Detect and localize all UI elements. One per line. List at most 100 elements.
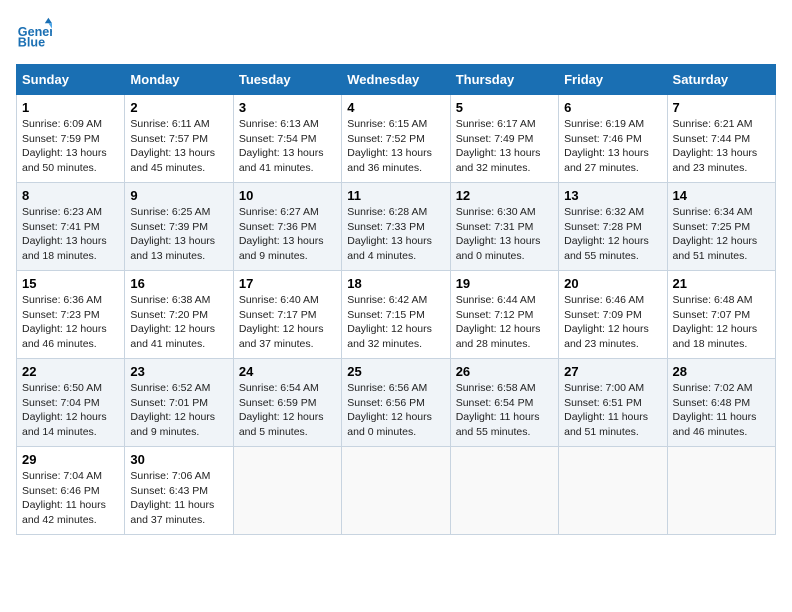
day-number: 22 xyxy=(22,364,119,379)
weekday-header: Tuesday xyxy=(233,65,341,95)
day-number: 21 xyxy=(673,276,770,291)
calendar-cell: 18 Sunrise: 6:42 AMSunset: 7:15 PMDaylig… xyxy=(342,271,450,359)
day-number: 20 xyxy=(564,276,661,291)
cell-info: Sunrise: 6:28 AMSunset: 7:33 PMDaylight:… xyxy=(347,206,432,262)
cell-info: Sunrise: 6:30 AMSunset: 7:31 PMDaylight:… xyxy=(456,206,541,262)
day-number: 4 xyxy=(347,100,444,115)
calendar-cell: 25 Sunrise: 6:56 AMSunset: 6:56 PMDaylig… xyxy=(342,359,450,447)
day-number: 17 xyxy=(239,276,336,291)
cell-info: Sunrise: 6:38 AMSunset: 7:20 PMDaylight:… xyxy=(130,294,215,350)
cell-info: Sunrise: 7:02 AMSunset: 6:48 PMDaylight:… xyxy=(673,382,757,438)
day-number: 19 xyxy=(456,276,553,291)
day-number: 24 xyxy=(239,364,336,379)
cell-info: Sunrise: 6:27 AMSunset: 7:36 PMDaylight:… xyxy=(239,206,324,262)
calendar-cell: 11 Sunrise: 6:28 AMSunset: 7:33 PMDaylig… xyxy=(342,183,450,271)
logo: General Blue xyxy=(16,16,52,52)
calendar-cell: 6 Sunrise: 6:19 AMSunset: 7:46 PMDayligh… xyxy=(559,95,667,183)
day-number: 12 xyxy=(456,188,553,203)
svg-text:Blue: Blue xyxy=(18,36,45,50)
calendar-cell: 7 Sunrise: 6:21 AMSunset: 7:44 PMDayligh… xyxy=(667,95,775,183)
calendar-cell: 3 Sunrise: 6:13 AMSunset: 7:54 PMDayligh… xyxy=(233,95,341,183)
cell-info: Sunrise: 6:34 AMSunset: 7:25 PMDaylight:… xyxy=(673,206,758,262)
day-number: 30 xyxy=(130,452,227,467)
calendar-cell: 24 Sunrise: 6:54 AMSunset: 6:59 PMDaylig… xyxy=(233,359,341,447)
cell-info: Sunrise: 6:44 AMSunset: 7:12 PMDaylight:… xyxy=(456,294,541,350)
weekday-header: Saturday xyxy=(667,65,775,95)
cell-info: Sunrise: 6:52 AMSunset: 7:01 PMDaylight:… xyxy=(130,382,215,438)
calendar-cell xyxy=(450,447,558,535)
calendar-table: SundayMondayTuesdayWednesdayThursdayFrid… xyxy=(16,64,776,535)
logo-icon: General Blue xyxy=(16,16,52,52)
day-number: 11 xyxy=(347,188,444,203)
weekday-header: Sunday xyxy=(17,65,125,95)
day-number: 13 xyxy=(564,188,661,203)
calendar-cell: 17 Sunrise: 6:40 AMSunset: 7:17 PMDaylig… xyxy=(233,271,341,359)
cell-info: Sunrise: 7:04 AMSunset: 6:46 PMDaylight:… xyxy=(22,470,106,526)
calendar-cell: 29 Sunrise: 7:04 AMSunset: 6:46 PMDaylig… xyxy=(17,447,125,535)
cell-info: Sunrise: 7:00 AMSunset: 6:51 PMDaylight:… xyxy=(564,382,648,438)
day-number: 26 xyxy=(456,364,553,379)
cell-info: Sunrise: 6:11 AMSunset: 7:57 PMDaylight:… xyxy=(130,118,215,174)
cell-info: Sunrise: 6:15 AMSunset: 7:52 PMDaylight:… xyxy=(347,118,432,174)
cell-info: Sunrise: 6:48 AMSunset: 7:07 PMDaylight:… xyxy=(673,294,758,350)
cell-info: Sunrise: 6:25 AMSunset: 7:39 PMDaylight:… xyxy=(130,206,215,262)
cell-info: Sunrise: 6:32 AMSunset: 7:28 PMDaylight:… xyxy=(564,206,649,262)
calendar-week-row: 29 Sunrise: 7:04 AMSunset: 6:46 PMDaylig… xyxy=(17,447,776,535)
page-header: General Blue xyxy=(16,16,776,52)
cell-info: Sunrise: 6:09 AMSunset: 7:59 PMDaylight:… xyxy=(22,118,107,174)
day-number: 16 xyxy=(130,276,227,291)
calendar-cell: 16 Sunrise: 6:38 AMSunset: 7:20 PMDaylig… xyxy=(125,271,233,359)
day-number: 28 xyxy=(673,364,770,379)
calendar-cell: 26 Sunrise: 6:58 AMSunset: 6:54 PMDaylig… xyxy=(450,359,558,447)
weekday-header: Thursday xyxy=(450,65,558,95)
calendar-cell: 30 Sunrise: 7:06 AMSunset: 6:43 PMDaylig… xyxy=(125,447,233,535)
calendar-cell: 19 Sunrise: 6:44 AMSunset: 7:12 PMDaylig… xyxy=(450,271,558,359)
calendar-cell: 5 Sunrise: 6:17 AMSunset: 7:49 PMDayligh… xyxy=(450,95,558,183)
day-number: 10 xyxy=(239,188,336,203)
weekday-header: Monday xyxy=(125,65,233,95)
day-number: 9 xyxy=(130,188,227,203)
cell-info: Sunrise: 6:42 AMSunset: 7:15 PMDaylight:… xyxy=(347,294,432,350)
day-number: 25 xyxy=(347,364,444,379)
day-number: 15 xyxy=(22,276,119,291)
day-number: 18 xyxy=(347,276,444,291)
calendar-week-row: 8 Sunrise: 6:23 AMSunset: 7:41 PMDayligh… xyxy=(17,183,776,271)
calendar-cell xyxy=(233,447,341,535)
cell-info: Sunrise: 6:50 AMSunset: 7:04 PMDaylight:… xyxy=(22,382,107,438)
day-number: 14 xyxy=(673,188,770,203)
cell-info: Sunrise: 6:36 AMSunset: 7:23 PMDaylight:… xyxy=(22,294,107,350)
cell-info: Sunrise: 6:19 AMSunset: 7:46 PMDaylight:… xyxy=(564,118,649,174)
calendar-cell: 12 Sunrise: 6:30 AMSunset: 7:31 PMDaylig… xyxy=(450,183,558,271)
calendar-cell: 20 Sunrise: 6:46 AMSunset: 7:09 PMDaylig… xyxy=(559,271,667,359)
day-number: 29 xyxy=(22,452,119,467)
calendar-cell: 10 Sunrise: 6:27 AMSunset: 7:36 PMDaylig… xyxy=(233,183,341,271)
cell-info: Sunrise: 6:17 AMSunset: 7:49 PMDaylight:… xyxy=(456,118,541,174)
calendar-cell xyxy=(342,447,450,535)
cell-info: Sunrise: 6:21 AMSunset: 7:44 PMDaylight:… xyxy=(673,118,758,174)
cell-info: Sunrise: 6:58 AMSunset: 6:54 PMDaylight:… xyxy=(456,382,540,438)
day-number: 2 xyxy=(130,100,227,115)
calendar-cell: 13 Sunrise: 6:32 AMSunset: 7:28 PMDaylig… xyxy=(559,183,667,271)
day-number: 8 xyxy=(22,188,119,203)
day-number: 23 xyxy=(130,364,227,379)
cell-info: Sunrise: 6:46 AMSunset: 7:09 PMDaylight:… xyxy=(564,294,649,350)
calendar-cell: 28 Sunrise: 7:02 AMSunset: 6:48 PMDaylig… xyxy=(667,359,775,447)
day-number: 5 xyxy=(456,100,553,115)
calendar-cell: 15 Sunrise: 6:36 AMSunset: 7:23 PMDaylig… xyxy=(17,271,125,359)
day-number: 6 xyxy=(564,100,661,115)
cell-info: Sunrise: 7:06 AMSunset: 6:43 PMDaylight:… xyxy=(130,470,214,526)
weekday-header: Friday xyxy=(559,65,667,95)
calendar-week-row: 22 Sunrise: 6:50 AMSunset: 7:04 PMDaylig… xyxy=(17,359,776,447)
calendar-cell: 4 Sunrise: 6:15 AMSunset: 7:52 PMDayligh… xyxy=(342,95,450,183)
cell-info: Sunrise: 6:56 AMSunset: 6:56 PMDaylight:… xyxy=(347,382,432,438)
day-number: 7 xyxy=(673,100,770,115)
day-number: 1 xyxy=(22,100,119,115)
calendar-cell xyxy=(667,447,775,535)
calendar-header-row: SundayMondayTuesdayWednesdayThursdayFrid… xyxy=(17,65,776,95)
calendar-cell: 1 Sunrise: 6:09 AMSunset: 7:59 PMDayligh… xyxy=(17,95,125,183)
cell-info: Sunrise: 6:13 AMSunset: 7:54 PMDaylight:… xyxy=(239,118,324,174)
calendar-cell: 8 Sunrise: 6:23 AMSunset: 7:41 PMDayligh… xyxy=(17,183,125,271)
day-number: 27 xyxy=(564,364,661,379)
calendar-cell: 27 Sunrise: 7:00 AMSunset: 6:51 PMDaylig… xyxy=(559,359,667,447)
calendar-cell: 22 Sunrise: 6:50 AMSunset: 7:04 PMDaylig… xyxy=(17,359,125,447)
